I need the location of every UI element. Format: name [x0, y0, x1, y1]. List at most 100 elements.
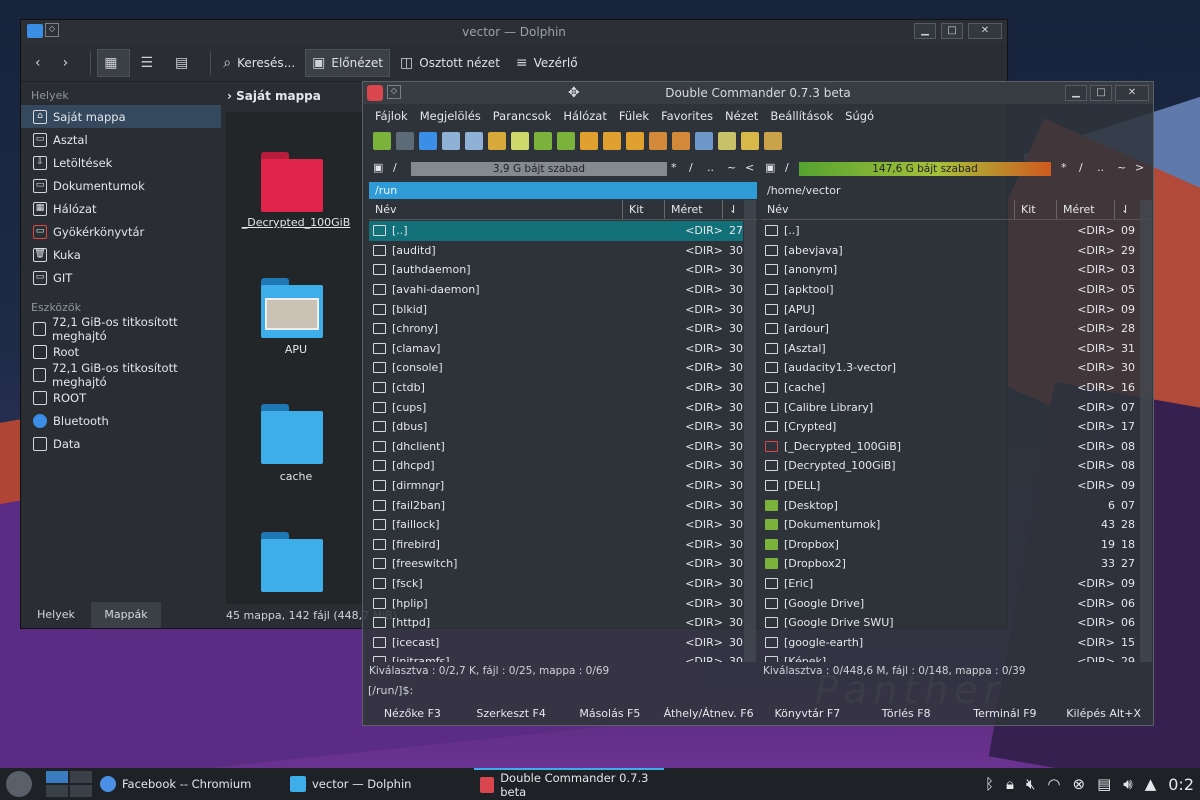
file-row[interactable]: [Dropbox] 19 18	[761, 535, 1139, 555]
menu-item[interactable]: Favorites	[661, 109, 713, 123]
tab-folders[interactable]: Mappák	[91, 602, 161, 628]
folder-label[interactable]: cache	[226, 470, 366, 483]
tab-places[interactable]: Helyek	[21, 602, 91, 628]
file-row[interactable]: [httpd] <DIR> 30	[369, 613, 743, 633]
minimize-button[interactable]: ▁	[1065, 85, 1087, 101]
desktop-3[interactable]	[46, 785, 68, 797]
left-nav-home[interactable]: ~	[727, 161, 736, 174]
places-item[interactable]: ⌂ Saját mappa	[21, 105, 221, 128]
left-drive-label[interactable]: /	[393, 161, 397, 174]
places-item[interactable]: ▭ GIT	[21, 266, 221, 289]
file-row[interactable]: [Asztal] <DIR> 31	[761, 339, 1139, 359]
clipboard-icon[interactable]	[764, 132, 782, 150]
fkey-button[interactable]: Szerkeszt F4	[462, 704, 561, 724]
file-row[interactable]: [icecast] <DIR> 30	[369, 632, 743, 652]
folder-label[interactable]: _Decrypted_100GiB	[226, 216, 366, 229]
sync-icon[interactable]	[603, 132, 621, 150]
places-item[interactable]: ▭ Asztal	[21, 128, 221, 151]
device-item[interactable]: Bluetooth	[21, 409, 221, 432]
menu-item[interactable]: Megjelölés	[420, 109, 481, 123]
clock[interactable]: 0:2	[1168, 775, 1194, 794]
places-item[interactable]: ▭ Dokumentumok	[21, 174, 221, 197]
menu-item[interactable]: Nézet	[725, 109, 758, 123]
sort-icon[interactable]: ⇃	[723, 200, 743, 219]
right-nav-next[interactable]: >	[1135, 161, 1144, 174]
close-circle-icon[interactable]: ⊗	[1072, 775, 1085, 793]
move-icon[interactable]	[557, 132, 575, 150]
right-drive-label[interactable]: /	[785, 161, 789, 174]
fkey-button[interactable]: Nézőke F3	[363, 704, 462, 724]
back-button[interactable]: ‹	[29, 49, 53, 77]
maximize-button[interactable]: □	[1090, 85, 1112, 101]
file-row[interactable]: [Google Drive] <DIR> 06	[761, 593, 1139, 613]
menu-item[interactable]: Fülek	[619, 109, 649, 123]
left-path[interactable]: /run	[369, 182, 757, 199]
file-row[interactable]: [Eric] <DIR> 09	[761, 574, 1139, 594]
file-row[interactable]: [DELL] <DIR> 09	[761, 476, 1139, 496]
file-row[interactable]: [Desktop] 6 07	[761, 495, 1139, 515]
right-nav-up[interactable]: ..	[1097, 161, 1104, 174]
places-item[interactable]: ▭ Gyökérkönyvtár	[21, 220, 221, 243]
left-scrollbar[interactable]	[744, 200, 756, 662]
icons-view-button[interactable]: ▦	[97, 48, 131, 77]
file-row[interactable]: [hplip] <DIR> 30	[369, 593, 743, 613]
file-row[interactable]: [avahi-daemon] <DIR> 30	[369, 280, 743, 300]
folder-apu-icon[interactable]	[261, 278, 323, 338]
file-row[interactable]: [abevjava] <DIR> 29	[761, 241, 1139, 261]
expand-tray-icon[interactable]: ▲	[1145, 775, 1157, 793]
col-name[interactable]: Név	[369, 200, 623, 219]
file-row[interactable]: [fsck] <DIR> 30	[369, 574, 743, 594]
desktop-4[interactable]	[70, 785, 92, 797]
unpack-icon[interactable]	[672, 132, 690, 150]
brief-view-icon[interactable]	[442, 132, 460, 150]
file-row[interactable]: [dhclient] <DIR> 30	[369, 437, 743, 457]
search-files-icon[interactable]	[695, 132, 713, 150]
maximize-button[interactable]: □	[941, 23, 963, 39]
file-row[interactable]: [authdaemon] <DIR> 30	[369, 260, 743, 280]
file-row[interactable]: [fail2ban] <DIR> 30	[369, 495, 743, 515]
col-size[interactable]: Méret	[665, 200, 723, 219]
file-row[interactable]: [cups] <DIR> 30	[369, 397, 743, 417]
details-view-button[interactable]: ▤	[169, 49, 200, 77]
clipboard-icon[interactable]: ▤	[1097, 775, 1111, 793]
file-row[interactable]: [Decrypted_100GiB] <DIR> 08	[761, 456, 1139, 476]
command-line[interactable]: [/run/]$:	[363, 682, 1153, 700]
task-dolphin[interactable]: vector — Dolphin	[284, 768, 474, 800]
refresh-icon[interactable]	[373, 132, 391, 150]
file-row[interactable]: [Crypted] <DIR> 17	[761, 417, 1139, 437]
file-row[interactable]: [cache] <DIR> 16	[761, 378, 1139, 398]
device-item[interactable]: ROOT	[21, 386, 221, 409]
control-button[interactable]: ≡ Vezérlő	[510, 49, 584, 77]
folder-cache-icon[interactable]	[261, 404, 323, 464]
mute-icon[interactable]: 🔇︎	[1026, 775, 1035, 793]
close-button[interactable]: ✕	[968, 23, 1002, 39]
right-nav-home[interactable]: ~	[1117, 161, 1126, 174]
col-ext[interactable]: Kit	[623, 200, 665, 219]
pager[interactable]	[44, 768, 94, 800]
device-item[interactable]: 72,1 GiB-os titkosított meghajtó	[21, 361, 221, 389]
menu-item[interactable]: Beállítások	[770, 109, 833, 123]
dir-hotlist-icon[interactable]	[511, 132, 529, 150]
fkey-button[interactable]: Áthely/Átnev. F6	[659, 704, 758, 724]
places-item[interactable]: ⇩ Letöltések	[21, 151, 221, 174]
file-row[interactable]: [ctdb] <DIR> 30	[369, 378, 743, 398]
task-chromium[interactable]: Facebook -- Chromium	[94, 768, 284, 800]
fkey-button[interactable]: Kilépés Alt+X	[1054, 704, 1153, 724]
file-row[interactable]: [clamav] <DIR> 30	[369, 339, 743, 359]
minimize-button[interactable]: ▁	[914, 23, 936, 39]
left-nav-prev[interactable]: <	[745, 161, 754, 174]
launcher-button[interactable]	[0, 768, 44, 800]
file-row[interactable]: [Calibre Library] <DIR> 07	[761, 397, 1139, 417]
drive-icon[interactable]: ▣	[765, 161, 775, 174]
device-item[interactable]: Data	[21, 432, 221, 455]
folder-label[interactable]: APU	[226, 343, 366, 356]
file-row[interactable]: [blkid] <DIR> 30	[369, 299, 743, 319]
folder-icon[interactable]	[261, 532, 323, 592]
desktop-1[interactable]	[46, 771, 68, 783]
compare-icon[interactable]	[626, 132, 644, 150]
forward-button[interactable]: ›	[57, 49, 81, 77]
file-row[interactable]: [ardour] <DIR> 28	[761, 319, 1139, 339]
pack-icon[interactable]	[649, 132, 667, 150]
file-row[interactable]: [auditd] <DIR> 30	[369, 241, 743, 261]
right-nav-root[interactable]: /	[1079, 161, 1083, 174]
